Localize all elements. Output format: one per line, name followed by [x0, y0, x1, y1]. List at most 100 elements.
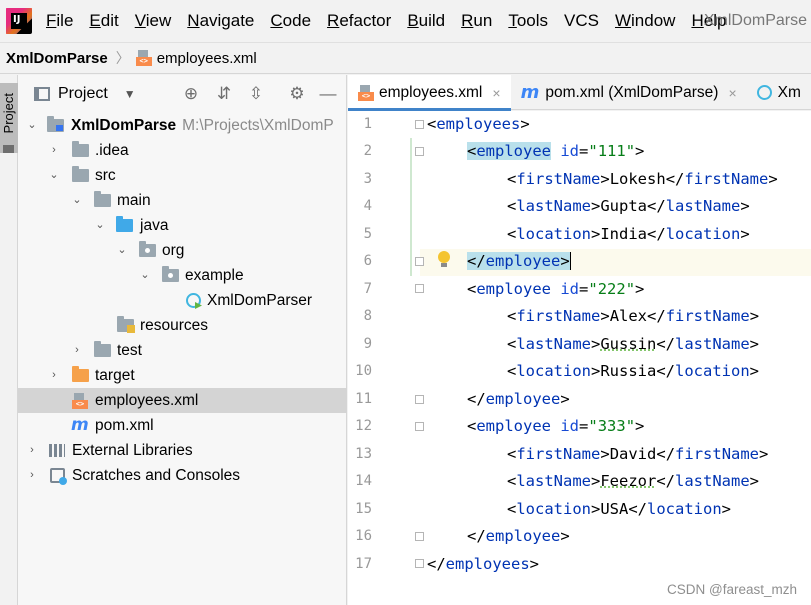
chevron-right-icon[interactable]: ›	[48, 138, 60, 163]
intellij-logo-icon: IJ	[6, 8, 32, 34]
code-line: <firstName>Lokesh</firstName>	[507, 166, 778, 193]
fold-marker-icon[interactable]	[415, 559, 424, 568]
tree-item-employees-xml[interactable]: employees.xml	[18, 388, 347, 413]
code-line: <employee id="222">	[467, 276, 644, 303]
chevron-down-icon[interactable]: ⌄	[71, 188, 83, 213]
line-number: 11	[348, 391, 372, 407]
project-view-selector[interactable]: Project	[58, 85, 108, 103]
chevron-right-icon[interactable]: ›	[48, 363, 60, 388]
tree-item-idea[interactable]: › .idea	[18, 138, 347, 163]
tree-item-main[interactable]: ⌄ main	[18, 188, 347, 213]
editor-gutter: 1 2 3 4 5 6 7 8 9 10 11 12 13 14 15 16 1…	[348, 111, 420, 605]
chevron-down-icon[interactable]: ⌄	[48, 163, 60, 188]
tree-item-resources[interactable]: resources	[18, 313, 347, 338]
tree-item-label: java	[140, 213, 168, 238]
line-number: 2	[348, 143, 372, 159]
tab-employees-xml[interactable]: employees.xml ×	[348, 75, 511, 110]
chevron-down-icon[interactable]: ▼	[124, 87, 136, 101]
collapse-all-icon[interactable]: ⇳	[246, 84, 266, 104]
library-icon	[49, 444, 65, 457]
menu-window[interactable]: Window	[615, 11, 675, 31]
breadcrumb-file[interactable]: employees.xml	[157, 50, 257, 67]
breadcrumb-project[interactable]: XmlDomParse	[6, 50, 108, 67]
line-number: 17	[348, 556, 372, 572]
fold-marker-icon[interactable]	[415, 284, 424, 293]
tree-item-label: XmlDomParser	[207, 288, 312, 313]
excluded-folder-icon	[72, 369, 89, 382]
menu-refactor[interactable]: Refactor	[327, 11, 391, 31]
menu-run[interactable]: Run	[461, 11, 492, 31]
menu-navigate[interactable]: Navigate	[187, 11, 254, 31]
tree-item-label: Scratches and Consoles	[72, 463, 240, 488]
chevron-down-icon[interactable]: ⌄	[139, 263, 151, 288]
tree-item-label: org	[162, 238, 184, 263]
fold-marker-icon[interactable]	[415, 120, 424, 129]
folder-icon	[72, 144, 89, 157]
fold-marker-icon[interactable]	[415, 422, 424, 431]
project-tool-tab[interactable]: Project	[0, 83, 18, 153]
tree-item-xmldomparser[interactable]: XmlDomParser	[18, 288, 347, 313]
close-icon[interactable]: ×	[492, 85, 500, 101]
menu-code[interactable]: Code	[270, 11, 311, 31]
project-panel-header: Project ▼ ⊕ ⇵ ⇳ ⚙ —	[18, 75, 346, 113]
code-line: <firstName>David</firstName>	[507, 441, 768, 468]
fold-marker-icon[interactable]	[415, 147, 424, 156]
breadcrumb-separator: 〉	[116, 48, 130, 68]
tab-xmldomparser[interactable]: Xm	[747, 75, 811, 110]
chevron-right-icon[interactable]: ›	[26, 463, 38, 488]
chevron-down-icon[interactable]: ⌄	[26, 113, 38, 138]
tree-item-pom-xml[interactable]: m pom.xml	[18, 413, 347, 438]
line-number: 7	[348, 281, 372, 297]
chevron-right-icon[interactable]: ›	[71, 338, 83, 363]
tree-item-project-root[interactable]: ⌄ XmlDomParse M:\Projects\XmlDomP	[18, 113, 347, 138]
tree-item-org[interactable]: ⌄ org	[18, 238, 347, 263]
line-number: 5	[348, 226, 372, 242]
menu-file[interactable]: File	[46, 11, 73, 31]
chevron-down-icon[interactable]: ⌄	[116, 238, 128, 263]
menu-vcs[interactable]: VCS	[564, 11, 599, 31]
locate-icon[interactable]: ⊕	[181, 84, 201, 104]
tree-item-test[interactable]: › test	[18, 338, 347, 363]
package-icon	[139, 244, 156, 257]
tree-item-example[interactable]: ⌄ example	[18, 263, 347, 288]
menu-edit[interactable]: Edit	[89, 11, 118, 31]
lightbulb-icon[interactable]	[438, 251, 450, 267]
code-editor[interactable]: 1 2 3 4 5 6 7 8 9 10 11 12 13 14 15 16 1…	[348, 111, 811, 605]
tree-item-scratches[interactable]: › Scratches and Consoles	[18, 463, 347, 488]
maven-icon: m	[521, 82, 540, 103]
fold-marker-icon[interactable]	[415, 532, 424, 541]
tree-item-target[interactable]: › target	[18, 363, 347, 388]
close-icon[interactable]: ×	[728, 85, 736, 101]
tree-item-label: XmlDomParse	[71, 117, 176, 134]
module-folder-icon	[47, 119, 64, 132]
folder-icon	[94, 344, 111, 357]
tree-item-label: External Libraries	[72, 438, 193, 463]
project-path: M:\Projects\XmlDomP	[182, 117, 334, 134]
tab-pom-xml[interactable]: m pom.xml (XmlDomParse) ×	[511, 75, 747, 110]
folder-icon	[72, 169, 89, 182]
chevron-down-icon[interactable]: ⌄	[94, 213, 106, 238]
menu-view[interactable]: View	[135, 11, 172, 31]
project-tree: ⌄ XmlDomParse M:\Projects\XmlDomP › .idea…	[18, 113, 347, 488]
tab-label: Xm	[778, 84, 801, 102]
line-number: 13	[348, 446, 372, 462]
expand-all-icon[interactable]: ⇵	[214, 84, 234, 104]
gear-icon[interactable]: ⚙	[287, 84, 307, 104]
fold-marker-icon[interactable]	[415, 395, 424, 404]
tree-item-java[interactable]: ⌄ java	[18, 213, 347, 238]
xml-file-icon	[72, 393, 88, 409]
tree-item-external-libraries[interactable]: › External Libraries	[18, 438, 347, 463]
tree-item-src[interactable]: ⌄ src	[18, 163, 347, 188]
fold-marker-icon[interactable]	[415, 257, 424, 266]
code-line: <location>India</location>	[507, 221, 750, 248]
menu-build[interactable]: Build	[407, 11, 445, 31]
code-line: <lastName>Feezor</lastName>	[507, 468, 759, 495]
editor-tab-bar: employees.xml × m pom.xml (XmlDomParse) …	[348, 75, 811, 110]
project-panel: Project ▼ ⊕ ⇵ ⇳ ⚙ — ⌄ XmlDomParse M:\Proj…	[18, 75, 347, 605]
hide-icon[interactable]: —	[318, 84, 338, 104]
chevron-right-icon[interactable]: ›	[26, 438, 38, 463]
menu-tools[interactable]: Tools	[508, 11, 548, 31]
code-line: <location>USA</location>	[507, 496, 731, 523]
scope-indicator	[410, 138, 412, 276]
tree-item-label: example	[185, 263, 244, 288]
